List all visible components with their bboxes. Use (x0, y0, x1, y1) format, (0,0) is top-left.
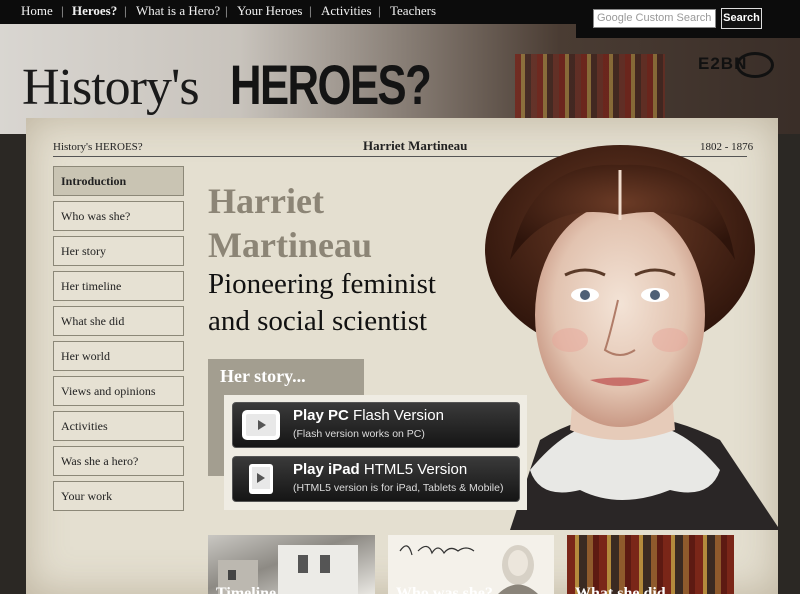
nav-separator: | (124, 3, 127, 18)
thumbnail-timeline-caption: Timeline (216, 585, 277, 594)
nav-separator: | (225, 3, 228, 18)
sidebar-item-was-she-a-hero[interactable]: Was she a hero? (53, 446, 184, 476)
nav-home[interactable]: Home (21, 3, 53, 19)
thumbnail-timeline[interactable]: Timeline (208, 535, 375, 594)
nav-separator: | (61, 3, 64, 18)
search-button[interactable]: Search (721, 8, 762, 29)
sidebar-item-who-was-she[interactable]: Who was she? (53, 201, 184, 231)
play-ipad-html5-button[interactable]: Play iPad HTML5 Version (HTML5 version i… (232, 456, 520, 502)
sidebar-item-introduction[interactable]: Introduction (53, 166, 184, 196)
nav-teachers[interactable]: Teachers (390, 3, 436, 19)
thumbnail-what-she-did-caption: What she did (575, 585, 666, 594)
monitor-play-icon (242, 410, 280, 440)
sidebar-item-views-and-opinions[interactable]: Views and opinions (53, 376, 184, 406)
hero-name-last: Martineau (208, 225, 372, 265)
her-story-label: Her story... (220, 366, 306, 386)
hero-name-first: Harriet (208, 181, 324, 221)
play-pc-flash-button[interactable]: Play PC Flash Version (Flash version wor… (232, 402, 520, 448)
hero-subtitle-line1: Pioneering feminist (208, 268, 436, 300)
site-logo-heroes[interactable]: HEROES? (230, 52, 432, 117)
nav-separator: | (309, 3, 312, 18)
sidebar-item-her-story[interactable]: Her story (53, 236, 184, 266)
thumbnail-what-she-did[interactable]: What she did (567, 535, 734, 594)
nav-activities[interactable]: Activities (321, 3, 372, 19)
search-placeholder: Custom Search (635, 12, 712, 24)
nav-your-heroes[interactable]: Your Heroes (237, 3, 302, 19)
nav-separator: | (378, 3, 381, 18)
thumbnail-who-was-she[interactable]: Who was she? (388, 535, 554, 594)
breadcrumb-site[interactable]: History's HEROES? (53, 141, 143, 153)
sidebar-item-what-she-did[interactable]: What she did (53, 306, 184, 336)
play-pc-title: Play PC Flash Version (293, 407, 444, 424)
sidebar-item-your-work[interactable]: Your work (53, 481, 184, 511)
search-bar: Google Custom Search Search (576, 0, 800, 38)
site-logo-text[interactable]: History's (22, 58, 200, 117)
play-pc-note: (Flash version works on PC) (293, 428, 425, 440)
play-ipad-note: (HTML5 version is for iPad, Tablets & Mo… (293, 482, 504, 494)
sidebar-item-her-world[interactable]: Her world (53, 341, 184, 371)
nav-heroes[interactable]: Heroes? (72, 3, 117, 19)
google-label: Google (597, 12, 633, 24)
e2bn-logo[interactable]: E2BN (696, 50, 778, 82)
nav-what-is-a-hero[interactable]: What is a Hero? (136, 3, 220, 19)
search-input[interactable]: Google Custom Search (593, 9, 716, 28)
tablet-play-icon (249, 464, 273, 494)
sidebar-item-activities[interactable]: Activities (53, 411, 184, 441)
hero-subtitle-line2: and social scientist (208, 305, 428, 337)
page-title: Harriet Martineau (363, 138, 468, 153)
thumbnail-who-was-she-caption: Who was she? (396, 585, 493, 594)
sidebar-item-her-timeline[interactable]: Her timeline (53, 271, 184, 301)
play-ipad-title: Play iPad HTML5 Version (293, 461, 468, 478)
